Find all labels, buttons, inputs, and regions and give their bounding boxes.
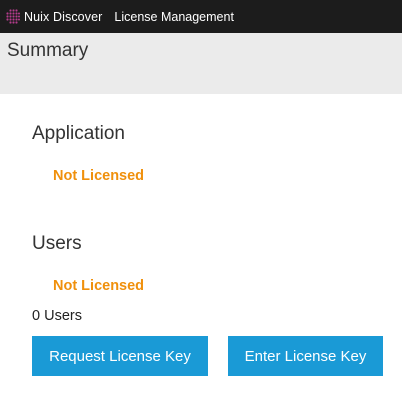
users-status: Not Licensed — [53, 278, 145, 294]
enter-license-key-button[interactable]: Enter License Key — [228, 336, 383, 376]
nuix-logo[interactable]: Nuix Discover — [5, 9, 102, 24]
users-heading: Users — [32, 233, 82, 254]
page-title: Summary — [7, 40, 89, 61]
brand-name: Nuix Discover — [24, 9, 103, 24]
top-bar: Nuix Discover License Management — [0, 0, 402, 33]
page-name: License Management — [114, 9, 234, 24]
request-license-key-button[interactable]: Request License Key — [32, 336, 208, 376]
summary-header: Summary — [0, 33, 402, 94]
application-status: Not Licensed — [53, 168, 145, 184]
users-count: 0 Users — [32, 308, 82, 324]
application-heading: Application — [32, 123, 125, 144]
nuix-dot-grid-icon — [6, 9, 20, 24]
